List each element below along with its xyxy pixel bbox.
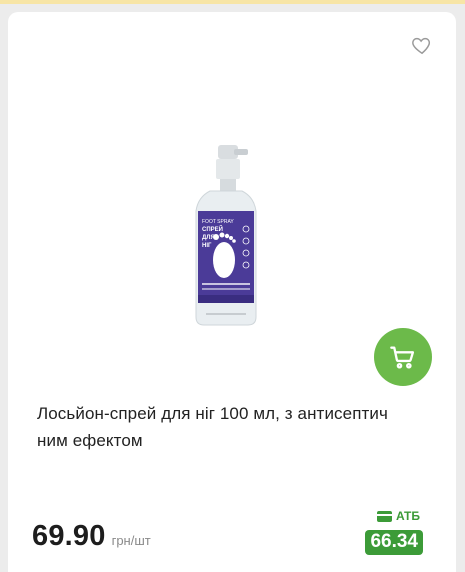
favorite-button[interactable] [411,34,433,56]
promo-price-badge: 66.34 [365,530,423,555]
price-block: 69.90 грн/шт [32,520,151,553]
regular-price: 69.90 [32,520,106,552]
label-text-2: СПРЕЙ [202,225,223,233]
add-to-cart-button[interactable] [374,328,432,386]
promo-label: АТБ [376,509,420,523]
shopping-cart-icon [390,346,415,369]
product-title-line-1[interactable]: Лосьйон-спрей для ніг 100 мл, з антисепт… [37,404,388,423]
product-image[interactable]: FOOT SPRAY СПРЕЙ ДЛЯ НІГ [180,145,272,327]
promo-label-text: АТБ [395,509,420,523]
heart-icon [412,37,431,55]
label-text-3: ДЛЯ [202,235,215,241]
product-title[interactable]: Лосьйон-спрей для ніг 100 мл, з антисепт… [37,400,432,454]
product-card[interactable]: FOOT SPRAY СПРЕЙ ДЛЯ НІГ Лосьйон-спрей д… [8,12,456,572]
product-title-line-2[interactable]: ним ефектом [37,431,143,450]
label-text-1: FOOT SPRAY [202,219,234,225]
bank-card-icon [376,510,392,522]
top-accent-bar [0,0,465,4]
label-text-4: НІГ [202,243,212,249]
price-unit: грн/шт [111,533,151,548]
